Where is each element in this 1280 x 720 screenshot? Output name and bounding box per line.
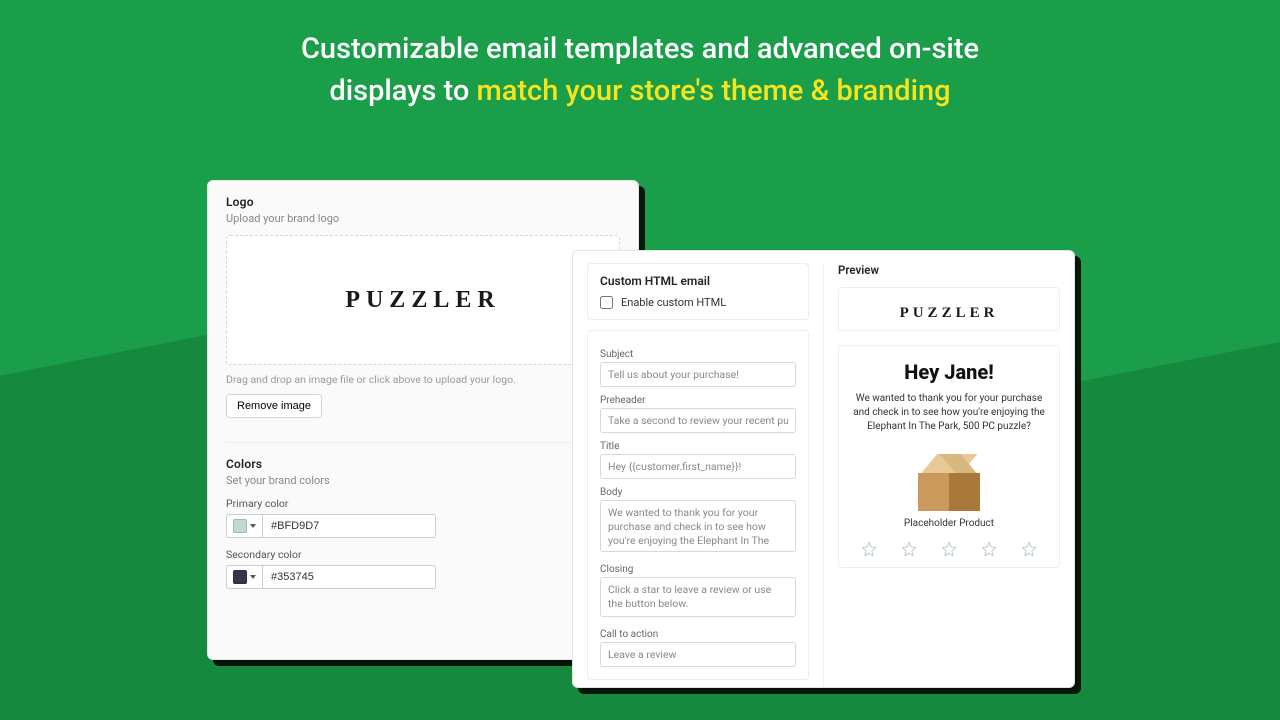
body-label: Body	[600, 487, 796, 498]
closing-input[interactable]	[600, 577, 796, 617]
package-icon	[918, 454, 980, 512]
preview-product-name: Placeholder Product	[849, 518, 1049, 529]
secondary-color-row	[226, 565, 436, 589]
secondary-color-label: Secondary color	[226, 548, 620, 561]
star-icon[interactable]	[941, 541, 957, 561]
logo-section-title: Logo	[226, 195, 620, 209]
brand-logo-text: PUZZLER	[345, 287, 500, 314]
star-icon[interactable]	[981, 541, 997, 561]
headline-line2-yellow: match your store's theme & branding	[477, 74, 951, 108]
subject-label: Subject	[600, 349, 796, 360]
secondary-color-input[interactable]	[262, 565, 436, 589]
preview-brand-logo: PUZZLER	[900, 305, 999, 321]
body-input[interactable]	[600, 500, 796, 552]
email-editor-panel: Custom HTML email Enable custom HTML Sub…	[572, 250, 1075, 688]
cta-label: Call to action	[600, 629, 796, 640]
star-icon[interactable]	[861, 541, 877, 561]
primary-color-label: Primary color	[226, 497, 620, 510]
swatch-chip-icon	[233, 570, 247, 584]
preview-logo-card: PUZZLER	[838, 287, 1060, 331]
title-input[interactable]	[600, 454, 796, 479]
preview-star-row	[849, 537, 1049, 561]
chevron-down-icon	[250, 524, 256, 528]
preview-title: Preview	[838, 263, 1060, 277]
colors-section-sub: Set your brand colors	[226, 474, 620, 487]
chevron-down-icon	[250, 575, 256, 579]
custom-html-title: Custom HTML email	[600, 274, 796, 288]
closing-label: Closing	[600, 564, 796, 575]
email-form-column: Custom HTML email Enable custom HTML Sub…	[587, 263, 809, 687]
preview-greeting: Hey Jane!	[849, 360, 1049, 384]
swatch-chip-icon	[233, 519, 247, 533]
primary-color-input[interactable]	[262, 514, 436, 538]
title-label: Title	[600, 441, 796, 452]
headline: Customizable email templates and advance…	[0, 28, 1280, 112]
logo-hint: Drag and drop an image file or click abo…	[226, 373, 620, 386]
remove-image-button[interactable]: Remove image	[226, 394, 322, 418]
enable-custom-html-label: Enable custom HTML	[621, 296, 726, 309]
secondary-color-swatch[interactable]	[226, 565, 262, 589]
cta-input[interactable]	[600, 642, 796, 667]
preview-message: We wanted to thank you for your purchase…	[849, 392, 1049, 434]
preheader-input[interactable]	[600, 408, 796, 433]
star-icon[interactable]	[1021, 541, 1037, 561]
headline-line1: Customizable email templates and advance…	[301, 32, 979, 66]
primary-color-row	[226, 514, 436, 538]
enable-custom-html-checkbox[interactable]: Enable custom HTML	[600, 296, 796, 309]
logo-section-sub: Upload your brand logo	[226, 212, 620, 225]
subject-input[interactable]	[600, 362, 796, 387]
colors-section-title: Colors	[226, 457, 620, 471]
star-icon[interactable]	[901, 541, 917, 561]
logo-dropzone[interactable]: PUZZLER	[226, 235, 620, 365]
primary-color-swatch[interactable]	[226, 514, 262, 538]
preview-column: Preview PUZZLER Hey Jane! We wanted to t…	[823, 263, 1060, 687]
preview-email-body: Hey Jane! We wanted to thank you for you…	[838, 345, 1060, 568]
preheader-label: Preheader	[600, 395, 796, 406]
enable-custom-html-input[interactable]	[600, 296, 613, 309]
headline-line2-white: displays to	[329, 74, 476, 108]
